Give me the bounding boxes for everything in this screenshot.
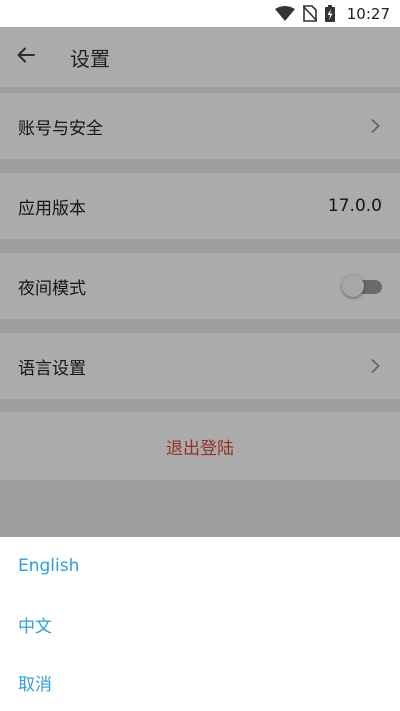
language-option-english[interactable]: English (0, 537, 400, 595)
wifi-icon (274, 5, 295, 22)
settings-screen: 10:27 设置 账号与安全 应用版本 17.0.0 夜间模式 语言设置 退出登… (0, 0, 400, 711)
battery-charging-icon (324, 5, 335, 22)
language-bottom-sheet: English 中文 取消 (0, 537, 400, 711)
no-sim-icon (302, 5, 317, 22)
cancel-button[interactable]: 取消 (0, 653, 400, 711)
status-bar: 10:27 (0, 0, 400, 27)
language-option-chinese[interactable]: 中文 (0, 595, 400, 653)
status-time: 10:27 (346, 4, 390, 23)
